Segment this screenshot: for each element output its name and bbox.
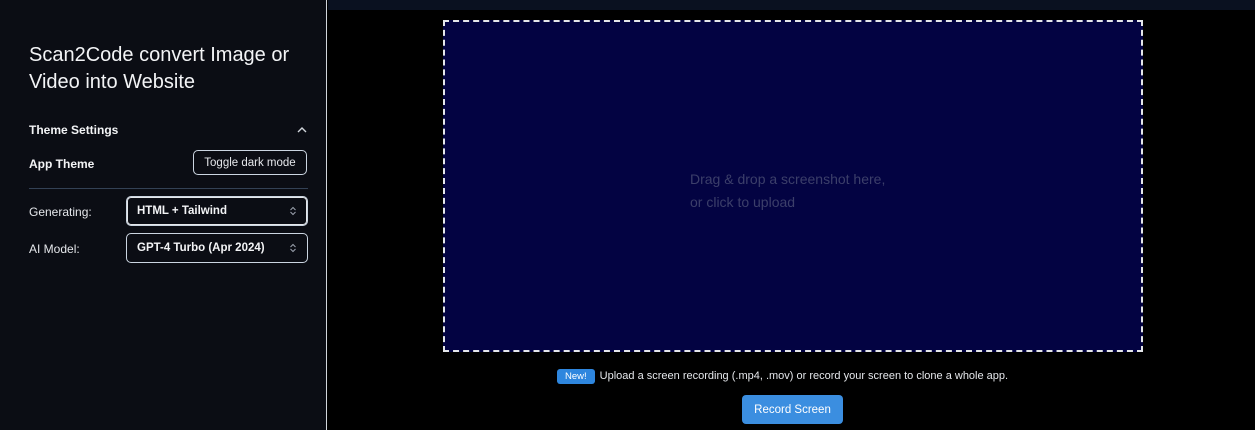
toggle-dark-mode-button[interactable]: Toggle dark mode: [193, 150, 307, 175]
chevron-up-icon[interactable]: [296, 124, 308, 136]
ai-model-select[interactable]: GPT-4 Turbo (Apr 2024): [126, 233, 308, 263]
app-theme-label: App Theme: [29, 157, 95, 171]
top-bar: [328, 0, 1255, 10]
generating-label: Generating:: [29, 205, 92, 219]
theme-settings-header[interactable]: Theme Settings: [29, 122, 308, 138]
divider: [29, 188, 308, 189]
record-screen-button[interactable]: Record Screen: [742, 395, 843, 424]
select-arrows-icon: [289, 243, 297, 253]
screen-recording-text: Upload a screen recording (.mp4, .mov) o…: [599, 370, 1009, 382]
screen-recording-notice: New! Upload a screen recording (.mp4, .m…: [557, 367, 1008, 385]
generating-select[interactable]: HTML + Tailwind: [126, 196, 308, 226]
select-arrows-icon: [289, 206, 297, 216]
generating-value: HTML + Tailwind: [137, 205, 227, 217]
ai-model-value: GPT-4 Turbo (Apr 2024): [137, 242, 265, 254]
dropzone-instructions: Drag & drop a screenshot here, or click …: [690, 168, 885, 214]
dropzone-line-1: Drag & drop a screenshot here,: [690, 171, 886, 187]
ai-model-label: AI Model:: [29, 242, 80, 256]
screenshot-dropzone[interactable]: Drag & drop a screenshot here, or click …: [443, 20, 1143, 352]
theme-settings-title: Theme Settings: [29, 123, 119, 137]
new-badge: New!: [557, 368, 595, 384]
app-title: Scan2Code convert Image or Video into We…: [29, 44, 290, 93]
sidebar: Scan2Code convert Image or Video into We…: [0, 0, 327, 430]
dropzone-line-2: or click to upload: [690, 194, 796, 210]
